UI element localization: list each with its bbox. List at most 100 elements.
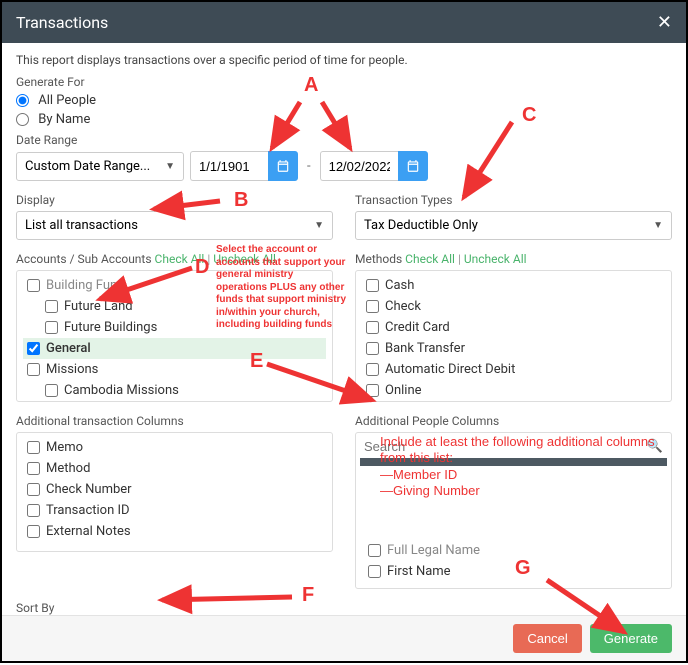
checkbox[interactable] bbox=[27, 462, 40, 475]
list-item-label: Memo bbox=[46, 440, 83, 455]
accounts-list: Building Fund Future Land Future Buildings… bbox=[16, 270, 333, 402]
people-cols-panel: 🔍 Full Legal Name First Name bbox=[355, 432, 672, 589]
list-item-label: Future Land bbox=[64, 299, 133, 314]
checkbox[interactable] bbox=[45, 384, 58, 397]
checkbox[interactable] bbox=[366, 363, 379, 376]
list-item[interactable]: Credit Card bbox=[362, 317, 665, 338]
checkbox[interactable] bbox=[27, 441, 40, 454]
generate-for-byname-radio[interactable] bbox=[16, 113, 29, 126]
modal-header: Transactions ✕ bbox=[2, 2, 686, 43]
list-item-label: Cash bbox=[385, 278, 414, 293]
checkbox[interactable] bbox=[45, 300, 58, 313]
list-item-label: Future Buildings bbox=[64, 320, 157, 335]
list-item[interactable]: Automatic Direct Debit bbox=[362, 359, 665, 380]
methods-label: Methods Check All | Uncheck All bbox=[355, 252, 672, 266]
addl-txn-cols-list: Memo Method Check Number Transaction ID Exte… bbox=[16, 432, 333, 552]
list-item[interactable]: Bank Transfer bbox=[362, 338, 665, 359]
transaction-types-label: Transaction Types bbox=[355, 193, 672, 207]
list-item[interactable]: Check bbox=[362, 296, 665, 317]
chevron-down-icon: ▼ bbox=[165, 161, 175, 172]
checkbox[interactable] bbox=[27, 342, 40, 355]
checkbox[interactable] bbox=[366, 300, 379, 313]
list-item[interactable]: General bbox=[23, 338, 326, 359]
list-item-label: Transaction ID bbox=[46, 503, 130, 518]
checkbox[interactable] bbox=[27, 483, 40, 496]
scroll-bar[interactable] bbox=[360, 458, 667, 466]
checkbox[interactable] bbox=[366, 321, 379, 334]
list-item[interactable]: Check Number bbox=[23, 479, 326, 500]
checkbox[interactable] bbox=[366, 384, 379, 397]
calendar-icon bbox=[276, 159, 290, 173]
checkbox[interactable] bbox=[27, 525, 40, 538]
checkbox[interactable] bbox=[27, 504, 40, 517]
accounts-check-all[interactable]: Check All bbox=[155, 252, 205, 266]
methods-uncheck-all[interactable]: Uncheck All bbox=[464, 252, 527, 266]
list-item-label: General bbox=[46, 341, 91, 356]
cancel-button[interactable]: Cancel bbox=[513, 624, 581, 653]
list-item-label: Online bbox=[385, 383, 422, 398]
checkbox[interactable] bbox=[368, 565, 381, 578]
date-range-select-value: Custom Date Range... bbox=[25, 159, 150, 174]
date-end-input[interactable] bbox=[320, 151, 398, 181]
list-item[interactable]: Method bbox=[23, 458, 326, 479]
transaction-types-select[interactable]: Tax Deductible Only ▼ bbox=[355, 211, 672, 240]
checkbox[interactable] bbox=[27, 363, 40, 376]
list-item[interactable]: Future Land bbox=[23, 296, 326, 317]
chevron-down-icon: ▼ bbox=[653, 220, 663, 231]
generate-for-all-radio[interactable] bbox=[16, 94, 29, 107]
modal-footer: Cancel Generate bbox=[2, 615, 686, 661]
checkbox[interactable] bbox=[27, 279, 40, 292]
list-item[interactable]: Missions bbox=[23, 359, 326, 380]
people-cols-search-input[interactable] bbox=[364, 439, 647, 454]
accounts-uncheck-all[interactable]: Uncheck All bbox=[213, 252, 276, 266]
display-label: Display bbox=[16, 193, 333, 207]
date-range-select[interactable]: Custom Date Range... ▼ bbox=[16, 152, 184, 181]
list-item[interactable]: Thailand Orphanage bbox=[23, 401, 326, 402]
list-item[interactable]: Full Legal Name bbox=[364, 540, 663, 561]
list-item[interactable]: First Name bbox=[364, 561, 663, 582]
list-item[interactable]: Cash bbox=[362, 275, 665, 296]
list-item-label: Bank Transfer bbox=[385, 341, 465, 356]
generate-for-byname-label: By Name bbox=[38, 112, 90, 127]
list-item[interactable]: Memo bbox=[23, 437, 326, 458]
methods-check-all[interactable]: Check All bbox=[405, 252, 455, 266]
transaction-types-value: Tax Deductible Only bbox=[364, 218, 478, 233]
list-item-label: Check bbox=[385, 299, 421, 314]
generate-for-all-label: All People bbox=[38, 93, 96, 108]
list-item[interactable]: Online bbox=[362, 380, 665, 401]
close-icon[interactable]: ✕ bbox=[657, 12, 672, 33]
list-item-label: First Name bbox=[387, 564, 451, 579]
date-range-label: Date Range bbox=[16, 133, 672, 147]
display-select[interactable]: List all transactions ▼ bbox=[16, 211, 333, 240]
accounts-label: Accounts / Sub Accounts Check All | Unch… bbox=[16, 252, 333, 266]
addl-people-cols-label: Additional People Columns bbox=[355, 414, 672, 428]
date-dash: - bbox=[307, 159, 311, 174]
list-item-label: Check Number bbox=[46, 482, 132, 497]
search-icon: 🔍 bbox=[647, 439, 663, 454]
list-item-label: Credit Card bbox=[385, 320, 450, 335]
generate-for-label: Generate For bbox=[16, 75, 672, 89]
list-item[interactable]: Transaction ID bbox=[23, 500, 326, 521]
list-item[interactable]: External Notes bbox=[23, 521, 326, 542]
list-item[interactable]: Building Fund bbox=[23, 275, 326, 296]
date-start-input[interactable] bbox=[190, 151, 268, 181]
modal-body: This report displays transactions over a… bbox=[2, 43, 686, 627]
sort-by-label: Sort By bbox=[16, 601, 326, 615]
checkbox[interactable] bbox=[366, 342, 379, 355]
date-start-calendar-button[interactable] bbox=[268, 151, 298, 181]
generate-button[interactable]: Generate bbox=[590, 624, 672, 653]
chevron-down-icon: ▼ bbox=[314, 220, 324, 231]
list-item[interactable]: Cambodia Missions bbox=[23, 380, 326, 401]
methods-list: Cash Check Credit Card Bank Transfer Automat… bbox=[355, 270, 672, 402]
list-item-label: Automatic Direct Debit bbox=[385, 362, 515, 377]
report-description: This report displays transactions over a… bbox=[16, 53, 672, 67]
list-item-label: Cambodia Missions bbox=[64, 383, 179, 398]
list-item[interactable]: Future Buildings bbox=[23, 317, 326, 338]
list-item-label: Missions bbox=[46, 362, 98, 377]
display-select-value: List all transactions bbox=[25, 218, 138, 233]
checkbox[interactable] bbox=[45, 321, 58, 334]
checkbox[interactable] bbox=[368, 544, 381, 557]
date-end-calendar-button[interactable] bbox=[398, 151, 428, 181]
calendar-icon bbox=[406, 159, 420, 173]
checkbox[interactable] bbox=[366, 279, 379, 292]
